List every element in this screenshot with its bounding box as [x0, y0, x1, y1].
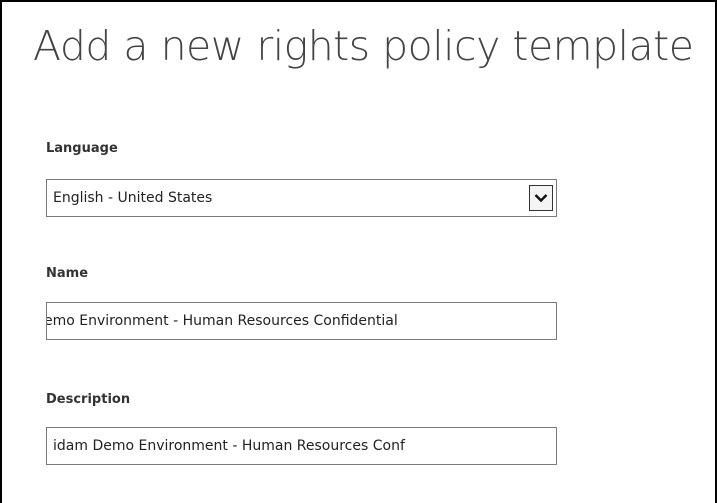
language-label: Language [46, 141, 118, 156]
name-label: Name [46, 266, 89, 281]
description-input-value: idam Demo Environment - Human Resources … [53, 438, 405, 454]
description-input[interactable]: idam Demo Environment - Human Resources … [46, 427, 557, 465]
description-label: Description [46, 392, 131, 407]
chevron-down-icon [534, 194, 548, 203]
name-input[interactable]: emo Environment - Human Resources Confid… [46, 302, 557, 340]
language-select[interactable]: English - United States [46, 179, 557, 217]
page-title: Add a new rights policy template [33, 22, 694, 70]
dropdown-button[interactable] [529, 185, 553, 211]
dialog-panel: Add a new rights policy template Languag… [0, 0, 717, 503]
name-input-value: emo Environment - Human Resources Confid… [46, 313, 398, 329]
language-selected-value: English - United States [53, 190, 213, 206]
